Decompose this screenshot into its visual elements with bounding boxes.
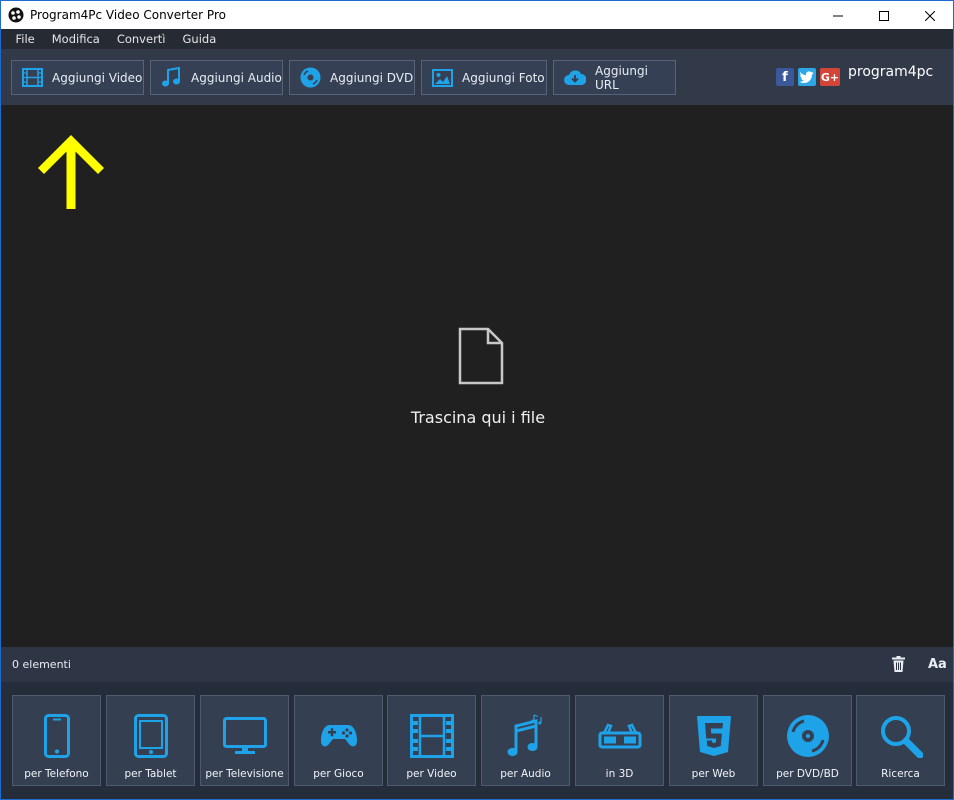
music-note-icon <box>162 67 180 87</box>
toolbar: Aggiungi Video Aggiungi Audio Aggiungi D… <box>0 49 954 105</box>
title-bar: Program4Pc Video Converter Pro <box>0 0 954 29</box>
brand-logo: program4pc <box>848 64 933 80</box>
category-web[interactable]: per Web <box>669 695 758 786</box>
window-title: Program4Pc Video Converter Pro <box>30 8 226 22</box>
tablet-icon <box>133 714 168 758</box>
category-dvd-bd[interactable]: per DVD/BD <box>763 695 852 786</box>
image-icon <box>432 68 453 87</box>
category-label: per DVD/BD <box>776 768 839 780</box>
category-label: in 3D <box>605 768 634 780</box>
add-video-label: Aggiungi Video <box>52 70 143 85</box>
category-search[interactable]: Ricerca <box>856 695 945 786</box>
drop-hint: Trascina qui i file <box>410 408 546 427</box>
category-bar: per Telefono per Tablet per Televisione <box>0 682 954 800</box>
category-3d[interactable]: in 3D <box>575 695 664 786</box>
file-icon <box>458 327 504 385</box>
cloud-download-icon <box>564 70 586 85</box>
twitter-bird-icon <box>800 71 814 83</box>
minimize-button[interactable] <box>815 1 861 30</box>
add-url-label: Aggiungi URL <box>595 63 648 92</box>
add-dvd-label: Aggiungi DVD <box>330 70 414 85</box>
category-television[interactable]: per Televisione <box>200 695 289 786</box>
add-photo-label: Aggiungi Foto <box>462 70 545 85</box>
html5-icon <box>696 716 731 756</box>
tv-icon <box>222 717 267 754</box>
status-bar: 0 elementi <box>0 647 954 682</box>
menu-guida[interactable]: Guida <box>174 32 225 46</box>
file-drop-area[interactable]: Trascina qui i file <box>0 105 954 647</box>
category-label: per Telefono <box>24 768 89 780</box>
category-label: per Video <box>406 768 457 780</box>
search-icon <box>880 716 923 758</box>
menu-converti[interactable]: Convertì <box>108 32 174 46</box>
minimize-icon <box>833 15 843 16</box>
twitter-icon[interactable] <box>798 68 816 86</box>
brand-text: program4pc <box>848 64 934 80</box>
gamepad-icon <box>320 725 357 747</box>
menu-modifica[interactable]: Modifica <box>43 32 108 46</box>
category-video[interactable]: per Video <box>387 695 476 786</box>
maximize-button[interactable] <box>861 1 907 30</box>
category-label: per Web <box>691 768 736 780</box>
category-phone[interactable]: per Telefono <box>12 695 101 786</box>
film-icon <box>22 68 43 87</box>
add-video-button[interactable]: Aggiungi Video <box>11 60 144 95</box>
disc-icon <box>300 67 321 88</box>
disc-icon <box>786 715 829 757</box>
app-icon <box>8 7 24 23</box>
category-label: per Audio <box>500 768 551 780</box>
film-icon <box>409 714 454 758</box>
trash-icon[interactable] <box>892 656 905 672</box>
maximize-icon <box>879 10 889 21</box>
font-size-button[interactable]: Aa <box>928 657 947 672</box>
3d-glasses-icon <box>598 723 641 749</box>
arrow-up-icon <box>38 135 104 209</box>
category-label: Ricerca <box>881 768 920 780</box>
phone-icon <box>43 714 70 758</box>
category-tablet[interactable]: per Tablet <box>106 695 195 786</box>
category-label: per Televisione <box>205 768 284 780</box>
add-url-button[interactable]: Aggiungi URL <box>553 60 676 95</box>
category-label: per Tablet <box>124 768 177 780</box>
add-photo-button[interactable]: Aggiungi Foto <box>421 60 547 95</box>
facebook-icon[interactable]: f <box>776 68 794 86</box>
add-audio-label: Aggiungi Audio <box>191 70 282 85</box>
music-notes-icon <box>507 714 542 756</box>
menu-bar: File Modifica Convertì Guida <box>0 29 954 49</box>
menu-file[interactable]: File <box>7 32 43 46</box>
category-audio[interactable]: per Audio <box>481 695 570 786</box>
category-game[interactable]: per Gioco <box>294 695 383 786</box>
close-button[interactable] <box>907 1 953 30</box>
item-count: 0 elementi <box>12 658 71 671</box>
add-dvd-button[interactable]: Aggiungi DVD <box>289 60 415 95</box>
add-audio-button[interactable]: Aggiungi Audio <box>150 60 283 95</box>
close-icon <box>925 10 935 21</box>
category-label: per Gioco <box>313 768 364 780</box>
google-plus-icon[interactable]: G+ <box>820 68 840 86</box>
